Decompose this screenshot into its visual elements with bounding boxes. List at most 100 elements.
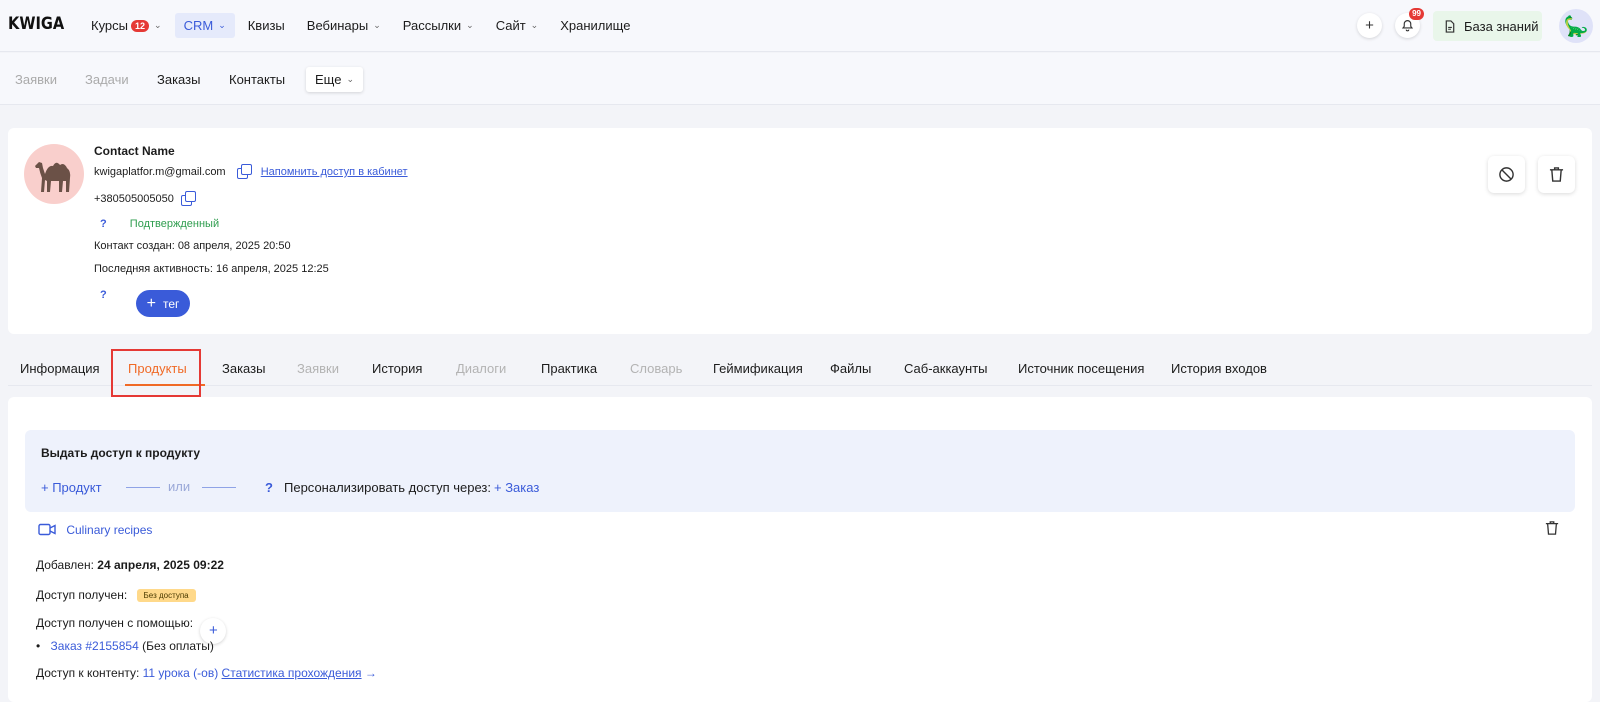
product-title-row: Culinary recipes [38,523,152,537]
delete-product-button[interactable] [1545,520,1559,539]
main-nav: Курсы 12 ⌄ CRM ⌄ Квизы Вебинары ⌄ Рассыл… [82,13,643,38]
tab-dialogs[interactable]: Диалоги [456,361,506,376]
plus-icon: + [146,294,156,312]
user-avatar[interactable]: 🦕 [1559,9,1593,43]
nav-item-mailings[interactable]: Рассылки ⌄ [394,13,483,38]
nav-item-crm[interactable]: CRM ⌄ [174,13,235,38]
dinosaur-icon: 🦕 [1563,15,1589,38]
nav-item-label: Квизы [247,18,285,33]
add-tag-label: тег [162,296,180,311]
tab-sub-accounts[interactable]: Саб-аккаунты [904,361,988,376]
contact-card: Contact Name kwigaplatfor.m@gmail.com На… [8,128,1592,334]
copy-icon[interactable] [236,164,252,179]
more-label: Еще [315,72,342,87]
notifications-button[interactable]: 99 [1395,8,1424,38]
contact-status: Подтвержденный [129,218,220,230]
lessons-link[interactable]: 11 урока (-ов) [143,666,219,680]
tab-visit-source[interactable]: Источник посещения [1018,361,1144,376]
chevron-down-icon: ⌄ [466,20,474,30]
add-order-link[interactable]: + Заказ [494,480,539,495]
grant-access-title: Выдать доступ к продукту [41,446,201,460]
product-access-row: Доступ получен: Без доступа [36,588,196,602]
divider-line [126,487,160,488]
tab-files[interactable]: Файлы [830,361,871,376]
block-contact-button[interactable] [1488,156,1525,193]
tab-login-history[interactable]: История входов [1171,361,1267,376]
divider-line [202,487,236,488]
add-tag-button[interactable]: + тег [136,290,190,317]
camel-icon [35,162,71,192]
activity-value: 16 апреля, 2025 12:25 [215,263,329,275]
tab-gamification[interactable]: Геймификация [713,361,803,376]
bullet: • [36,639,41,653]
knowledge-base-label: База знаний [1464,18,1539,34]
grant-access-box: Выдать доступ к продукту + Продукт или ?… [25,430,1575,512]
nav-item-storage[interactable]: Хранилище [551,13,639,38]
tab-practice[interactable]: Практика [541,361,597,376]
nav-item-site[interactable]: Сайт ⌄ [487,13,548,38]
subnav-orders[interactable]: Заказы [157,72,200,87]
created-value: 08 апреля, 2025 20:50 [177,240,291,252]
subnav-more-dropdown[interactable]: Еще ⌄ [306,67,363,92]
remind-access-link[interactable]: Напомнить доступ в кабинет [261,166,408,178]
content-label: Доступ к контенту: [36,666,140,680]
contact-email: kwigaplatfor.m@gmail.com [94,166,226,178]
chevron-down-icon: ⌄ [530,20,539,30]
tab-information[interactable]: Информация [20,361,100,376]
nav-item-label: CRM [183,18,214,33]
tab-orders[interactable]: Заказы [222,361,265,376]
chevron-down-icon: ⌄ [346,74,354,84]
contact-activity-row: Последняя активность: 16 апреля, 2025 12… [94,263,329,275]
stats-link[interactable]: Статистика прохождения [222,666,362,680]
courses-count-badge: 12 [131,19,150,32]
status-help-icon[interactable]: ? [100,218,107,230]
added-label: Добавлен: [36,558,94,572]
contact-name: Contact Name [94,144,175,158]
tab-dictionary[interactable]: Словарь [630,361,682,376]
product-name-link[interactable]: Culinary recipes [66,523,152,537]
tag-help-icon[interactable]: ? [100,289,107,301]
tab-history[interactable]: История [372,361,422,376]
contact-status-row: ? Подтвержденный [100,218,219,230]
nav-item-webinars[interactable]: Вебинары ⌄ [298,13,390,38]
nav-item-quizzes[interactable]: Квизы [239,13,294,38]
chevron-down-icon: ⌄ [218,20,226,30]
contact-phone-row: +380505005050 [94,191,196,206]
add-button[interactable]: + [1357,13,1382,38]
top-bar: KWIGA Курсы 12 ⌄ CRM ⌄ Квизы Вебинары ⌄ … [0,0,1600,52]
brand-logo[interactable]: KWIGA [8,14,64,34]
contact-created-row: Контакт создан: 08 апреля, 2025 20:50 [94,240,291,252]
trash-icon [1545,521,1559,535]
add-product-link[interactable]: + Продукт [41,480,102,495]
chevron-down-icon: ⌄ [373,20,381,30]
nav-item-label: Курсы [91,18,129,33]
product-content-row: Доступ к контенту: 11 урока (-ов) Статис… [36,666,377,680]
activity-label: Последняя активность: [94,263,213,275]
plus-icon: + [1365,17,1374,34]
block-icon [1499,167,1514,182]
access-label: Доступ получен: [36,588,128,602]
access-status-badge: Без доступа [136,589,196,602]
order-note: (Без оплаты) [142,639,214,653]
subnav-requests[interactable]: Заявки [15,72,57,87]
tab-products-highlight [111,349,201,397]
subnav-tasks[interactable]: Задачи [85,72,129,87]
product-added-row: Добавлен: 24 апреля, 2025 09:22 [36,558,224,572]
subnav-contacts[interactable]: Контакты [229,72,285,87]
nav-item-label: Хранилище [560,18,631,33]
product-item: Culinary recipes Добавлен: 24 апреля, 20… [25,514,1575,702]
nav-item-label: Рассылки [402,18,462,33]
tab-requests[interactable]: Заявки [297,361,339,376]
contact-email-row: kwigaplatfor.m@gmail.com Напомнить досту… [94,164,408,179]
copy-icon[interactable] [180,191,196,206]
order-link[interactable]: Заказ #2155854 [51,639,139,653]
knowledge-base-button[interactable]: База знаний [1433,11,1542,41]
personalize-help-icon[interactable]: ? [265,480,273,495]
document-icon [1445,19,1455,33]
nav-item-courses[interactable]: Курсы 12 ⌄ [82,13,171,38]
contact-avatar [24,144,84,204]
bell-icon [1401,20,1414,32]
nav-item-label: Сайт [495,18,526,33]
delete-contact-button[interactable] [1538,156,1575,193]
personalize-label: Персонализировать доступ через: [284,480,491,495]
